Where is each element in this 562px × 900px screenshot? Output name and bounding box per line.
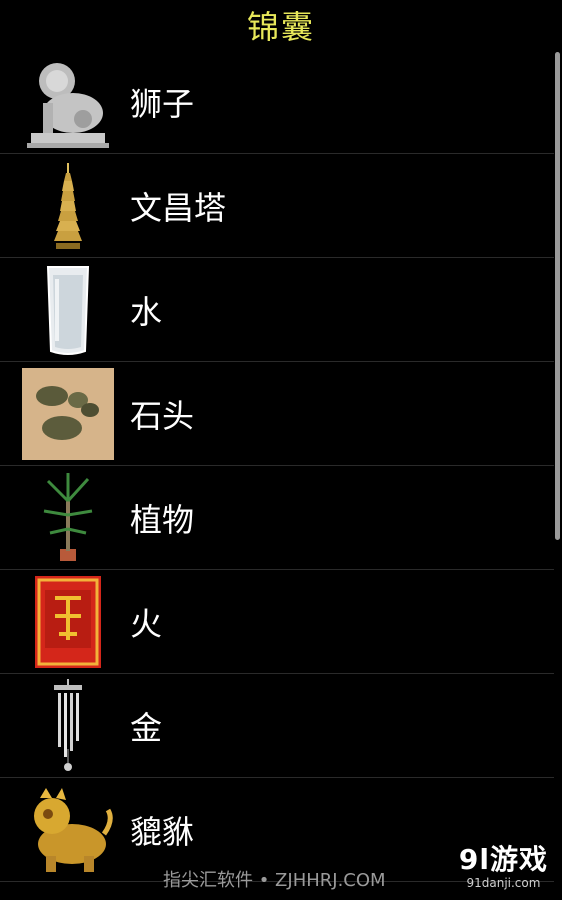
item-label: 石头 — [130, 396, 195, 435]
wind-chime-icon — [12, 676, 124, 776]
list-item-stone[interactable]: 石头 — [0, 362, 554, 466]
site-logo: 9l游戏 91danji.com — [459, 838, 548, 890]
logo-main: 9l游戏 — [458, 843, 548, 876]
header: 锦囊 — [0, 0, 562, 50]
item-label: 植物 — [130, 500, 195, 539]
watermark: 指尖汇软件 • ZJHHRJ.COM — [163, 870, 386, 891]
golden-pixiu-icon — [12, 780, 124, 880]
water-glass-icon — [12, 260, 124, 360]
list-item-pagoda[interactable]: 文昌塔 — [0, 154, 554, 258]
potted-plant-icon — [12, 468, 124, 568]
red-fire-charm-icon — [12, 572, 124, 672]
logo-sub: 91danji.com — [466, 876, 541, 890]
scrollbar[interactable] — [555, 52, 560, 540]
list-item-fire[interactable]: 火 — [0, 570, 554, 674]
item-label: 火 — [130, 604, 163, 643]
list-item-lion[interactable]: 狮子 — [0, 50, 554, 154]
page-title: 锦囊 — [246, 8, 315, 46]
item-label: 狮子 — [130, 84, 195, 123]
item-label: 水 — [130, 292, 163, 331]
item-label: 貔貅 — [130, 812, 195, 851]
stone-lion-icon — [12, 52, 124, 152]
stones-icon — [12, 364, 124, 464]
pagoda-icon — [12, 156, 124, 256]
item-list: 狮子 文昌塔 水 石头 植物 火 金 貔貅 — [0, 50, 554, 882]
list-item-plant[interactable]: 植物 — [0, 466, 554, 570]
list-item-metal[interactable]: 金 — [0, 674, 554, 778]
item-label: 文昌塔 — [130, 188, 227, 227]
item-label: 金 — [130, 708, 163, 747]
list-item-water[interactable]: 水 — [0, 258, 554, 362]
